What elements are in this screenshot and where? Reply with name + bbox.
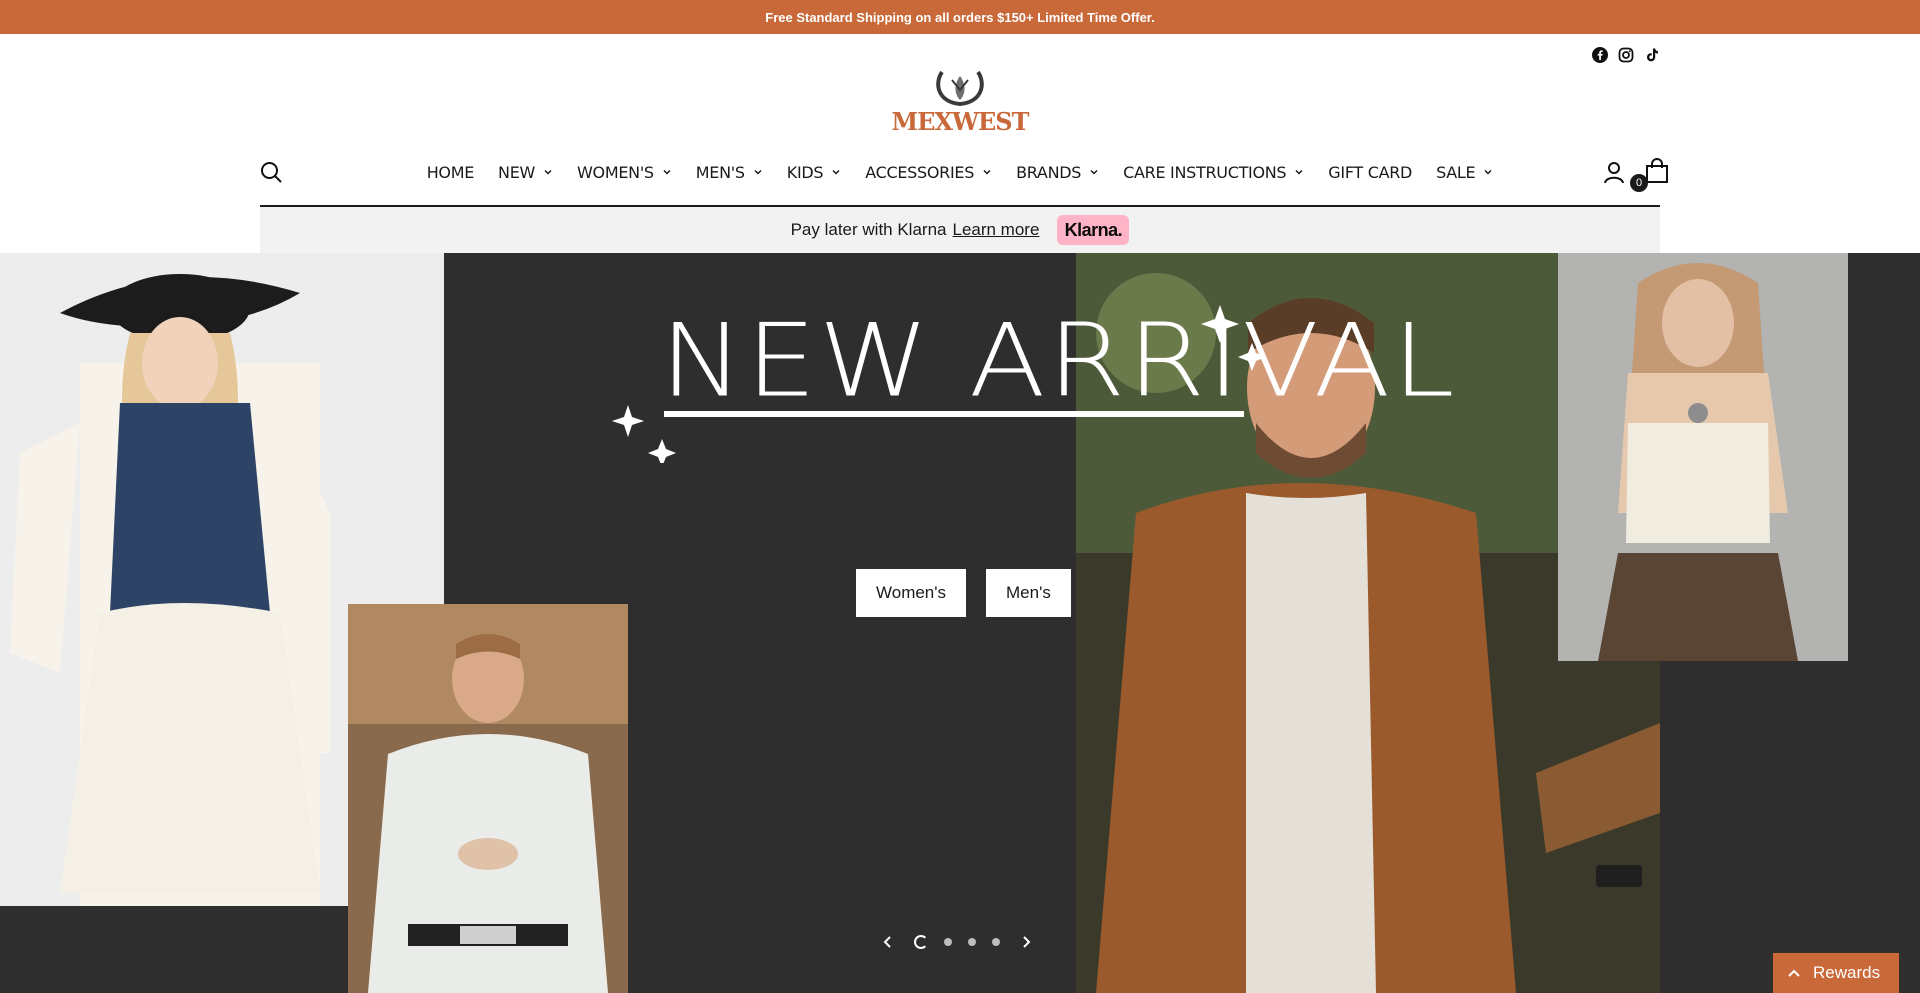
nav-item-kids[interactable]: KIDS (787, 160, 842, 184)
chevron-down-icon (543, 167, 553, 177)
nav-item-sale[interactable]: SALE (1436, 160, 1493, 184)
slider-dot[interactable] (944, 938, 952, 946)
chevron-down-icon (1483, 167, 1493, 177)
nav-item-label: BRANDS (1016, 162, 1082, 182)
klarna-banner: Pay later with Klarna Learn more Klarna. (260, 207, 1660, 253)
chevron-left-icon (883, 936, 891, 948)
nav-item-label: NEW (498, 162, 536, 182)
announcement-text: Free Standard Shipping on all orders $15… (765, 9, 1155, 25)
cart-count-badge: 0 (1630, 174, 1648, 192)
slider-prev-button[interactable] (876, 930, 900, 954)
slider-dot[interactable] (914, 935, 928, 949)
nav-item-label: ACCESSORIES (865, 162, 975, 182)
hero-button-men-s[interactable]: Men's (986, 569, 1071, 617)
klarna-learn-more-link[interactable]: Learn more (952, 220, 1039, 240)
chevron-down-icon (1089, 167, 1099, 177)
hero-photo-woman-corset (1558, 253, 1848, 661)
nav-item-label: GIFT CARD (1328, 162, 1413, 182)
chevron-down-icon (753, 167, 763, 177)
chevron-down-icon (662, 167, 672, 177)
shopping-bag-icon[interactable] (1644, 158, 1670, 184)
logo-text: MEXWEST (891, 107, 1030, 136)
hero-banner: NEW ARRIVAL Women's Men's (0, 253, 1920, 993)
slider-dot[interactable] (992, 938, 1000, 946)
slider-dot[interactable] (968, 938, 976, 946)
rewards-widget-button[interactable]: Rewards (1773, 953, 1899, 993)
nav-item-women-s[interactable]: WOMEN'S (577, 160, 672, 184)
chevron-down-icon (982, 167, 992, 177)
slider-dots (914, 935, 1000, 949)
slider-controls (876, 930, 1038, 954)
chevron-down-icon (1294, 167, 1304, 177)
horseshoe-logo-icon (936, 70, 984, 107)
hero-button-women-s[interactable]: Women's (856, 569, 967, 617)
social-links (1592, 47, 1660, 63)
nav-item-label: HOME (426, 162, 475, 182)
facebook-icon[interactable] (1592, 47, 1608, 63)
hero-title: NEW ARRIVAL (600, 283, 1455, 467)
hero-photo-man-white-shirt (348, 604, 628, 993)
slider-next-button[interactable] (1014, 930, 1038, 954)
nav-item-new[interactable]: NEW (498, 160, 553, 184)
nav-item-care-instructions[interactable]: CARE INSTRUCTIONS (1123, 160, 1304, 184)
chevron-down-icon (831, 167, 841, 177)
nav-item-label: CARE INSTRUCTIONS (1123, 162, 1287, 182)
rewards-label: Rewards (1813, 963, 1881, 982)
nav-item-home[interactable]: HOME (426, 160, 475, 184)
nav-item-brands[interactable]: BRANDS (1016, 160, 1099, 184)
site-logo[interactable]: MEXWEST (892, 68, 1029, 142)
site-header: MEXWEST HOME NEW WOMEN'S MEN'S KIDS ACCESSORI… (0, 34, 1920, 253)
nav-item-label: WOMEN'S (577, 162, 654, 182)
hero-title-text: NEW ARRIVAL (660, 302, 1457, 420)
instagram-icon[interactable] (1618, 47, 1634, 63)
nav-item-label: MEN'S (695, 162, 745, 182)
chevron-up-icon (1788, 969, 1800, 977)
klarna-text: Pay later with Klarna (790, 220, 947, 239)
hero-cta-group: Women's Men's (856, 569, 1071, 617)
klarna-badge: Klarna. (1057, 215, 1130, 245)
account-icon[interactable] (1602, 160, 1626, 184)
nav-item-accessories[interactable]: ACCESSORIES (865, 160, 992, 184)
tiktok-icon[interactable] (1644, 47, 1660, 63)
nav-item-label: KIDS (786, 162, 824, 182)
nav-item-label: SALE (1436, 162, 1476, 182)
chevron-right-icon (1023, 936, 1031, 948)
announcement-bar: Free Standard Shipping on all orders $15… (0, 0, 1920, 34)
nav-item-gift-card[interactable]: GIFT CARD (1328, 160, 1412, 184)
nav-item-men-s[interactable]: MEN'S (696, 160, 763, 184)
